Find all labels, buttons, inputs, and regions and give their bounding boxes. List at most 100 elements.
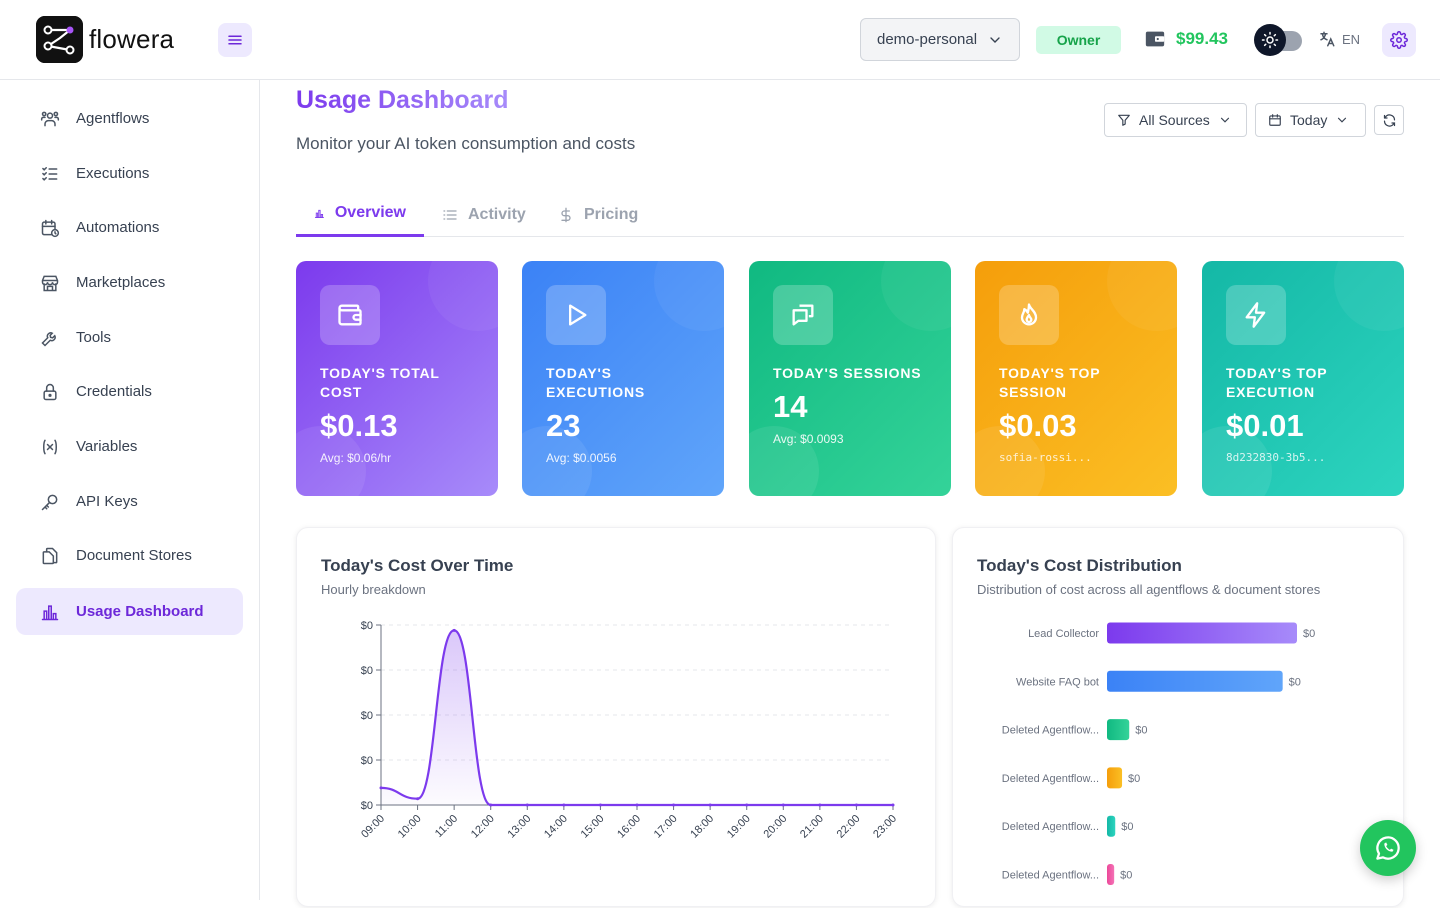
- source-filter-value: All Sources: [1139, 112, 1210, 128]
- sidebar-item-label: Agentflows: [76, 110, 150, 127]
- sidebar-item-tools[interactable]: Tools: [16, 314, 243, 361]
- cost-area: [381, 630, 893, 805]
- cost-bar: [1107, 815, 1116, 837]
- settings-button[interactable]: [1382, 23, 1416, 57]
- sidebar-item-credentials[interactable]: Credentials: [16, 368, 243, 415]
- bar-category-label: Deleted Agentflow...: [1002, 773, 1099, 785]
- bar-category-label: Deleted Agentflow...: [1002, 821, 1099, 833]
- agents-icon: [40, 109, 60, 129]
- data-point: [672, 803, 676, 807]
- card-decoration: [428, 261, 498, 331]
- bar-category-label: Website FAQ bot: [1016, 676, 1099, 688]
- whatsapp-chat-button[interactable]: [1360, 820, 1416, 876]
- dashboard-tabs: Overview Activity Pricing: [296, 192, 1404, 237]
- sidebar-item-executions[interactable]: Executions: [16, 150, 243, 197]
- stat-card-top-session: Today's Top Session $0.03 sofia-rossi...: [975, 261, 1177, 496]
- data-point: [562, 803, 566, 807]
- bar-value-label: $0: [1135, 725, 1147, 737]
- stat-label: Today's Executions: [546, 365, 646, 400]
- sidebar-item-document-stores[interactable]: Document Stores: [16, 532, 243, 579]
- x-tick-label: 23:00: [871, 813, 899, 841]
- chevron-down-icon: [1338, 117, 1347, 123]
- bar-value-label: $0: [1120, 870, 1132, 882]
- card-decoration: [881, 261, 951, 331]
- stat-subtext: Avg: $0.0056: [546, 451, 617, 465]
- card-decoration: [1107, 261, 1177, 331]
- sidebar-item-api-keys[interactable]: API Keys: [16, 478, 243, 525]
- hamburger-icon: [228, 35, 242, 45]
- date-range-select[interactable]: Today: [1255, 103, 1366, 137]
- stat-label: Today's Top Execution: [1226, 365, 1328, 400]
- bar-value-label: $0: [1121, 821, 1133, 833]
- flame-icon: [999, 285, 1059, 345]
- store-icon: [40, 273, 60, 293]
- refresh-button[interactable]: [1374, 105, 1404, 135]
- cost-distribution-panel: Today's Cost Distribution Distribution o…: [952, 527, 1404, 907]
- brand-name: flowera: [89, 24, 175, 54]
- role-badge: Owner: [1036, 26, 1121, 54]
- data-point: [489, 803, 493, 807]
- tab-label: Pricing: [584, 205, 639, 223]
- tab-label: Overview: [334, 204, 406, 221]
- bar-value-label: $0: [1303, 628, 1315, 640]
- sidebar-item-variables[interactable]: Variables: [16, 423, 243, 470]
- sidebar-item-label: Tools: [76, 329, 112, 346]
- y-tick-label: $0: [361, 665, 373, 677]
- stat-label: Today's Sessions: [773, 365, 922, 381]
- stat-value: $0.03: [999, 408, 1077, 443]
- sidebar-item-agentflows[interactable]: Agentflows: [16, 95, 243, 142]
- tab-pricing[interactable]: Pricing: [540, 192, 656, 237]
- stat-card-top-execution: Today's Top Execution $0.01 8d232830-3b5…: [1202, 261, 1404, 496]
- chat-icon: [773, 285, 833, 345]
- sidebar-item-marketplaces[interactable]: Marketplaces: [16, 259, 243, 306]
- cost-over-time-panel: Today's Cost Over Time Hourly breakdown …: [296, 527, 936, 907]
- cost-bar: [1107, 767, 1123, 789]
- source-filter-select[interactable]: All Sources: [1104, 103, 1247, 137]
- data-point: [818, 803, 822, 807]
- card-decoration: [1334, 261, 1404, 331]
- stat-subtext: 8d232830-3b5...: [1226, 451, 1326, 464]
- y-tick-label: $0: [361, 755, 373, 767]
- main-content: Usage Dashboard Monitor your AI token co…: [296, 80, 1404, 907]
- wallet-icon: [1145, 31, 1165, 47]
- cost-bar: [1107, 670, 1283, 692]
- card-decoration: [654, 261, 724, 331]
- workspace-select[interactable]: demo-personal: [860, 18, 1020, 61]
- stat-label: Today's Total Cost: [320, 365, 440, 400]
- stat-value: $0.13: [320, 408, 398, 443]
- x-tick-label: 20:00: [761, 813, 789, 841]
- workspace-select-value: demo-personal: [877, 31, 978, 48]
- toggle-knob: [1254, 24, 1286, 56]
- bar-category-label: Lead Collector: [1028, 628, 1099, 640]
- language-switcher[interactable]: EN: [1318, 30, 1360, 48]
- top-header: flowera demo-personal Owner $99.43 EN: [0, 0, 1440, 80]
- stat-card-sessions: Today's Sessions 14 Avg: $0.0093: [749, 261, 951, 496]
- bar-chart-icon: [40, 602, 60, 622]
- tab-overview[interactable]: Overview: [296, 192, 424, 237]
- x-tick-label: 16:00: [615, 813, 643, 841]
- x-tick-label: 10:00: [396, 813, 424, 841]
- x-tick-label: 21:00: [798, 813, 826, 841]
- cost-bar-chart: Lead Collector $0 Website FAQ bot $0 Deleted…: [1002, 622, 1315, 885]
- sidebar-item-automations[interactable]: Automations: [16, 204, 243, 251]
- tab-label: Activity: [468, 205, 526, 223]
- bar-value-label: $0: [1128, 773, 1140, 785]
- chevron-down-icon: [990, 36, 1000, 43]
- brand-logo[interactable]: flowera: [36, 16, 174, 63]
- stat-label: Today's Top Session: [999, 365, 1101, 400]
- y-tick-label: $0: [361, 620, 373, 632]
- refresh-icon: [1383, 113, 1395, 127]
- theme-toggle[interactable]: [1254, 24, 1302, 56]
- data-point: [379, 786, 383, 790]
- tab-activity[interactable]: Activity: [424, 192, 544, 237]
- sidebar-item-label: Executions: [76, 165, 150, 182]
- files-icon: [40, 546, 60, 566]
- cost-bar: [1107, 864, 1115, 885]
- wallet-balance[interactable]: $99.43: [1144, 28, 1228, 50]
- data-point: [635, 803, 639, 807]
- sidebar-item-label: Document Stores: [76, 547, 192, 564]
- menu-toggle-button[interactable]: [218, 23, 252, 57]
- stat-value: $0.01: [1226, 408, 1304, 443]
- x-tick-label: 18:00: [688, 813, 716, 841]
- sidebar-item-usage-dashboard[interactable]: Usage Dashboard: [16, 588, 243, 635]
